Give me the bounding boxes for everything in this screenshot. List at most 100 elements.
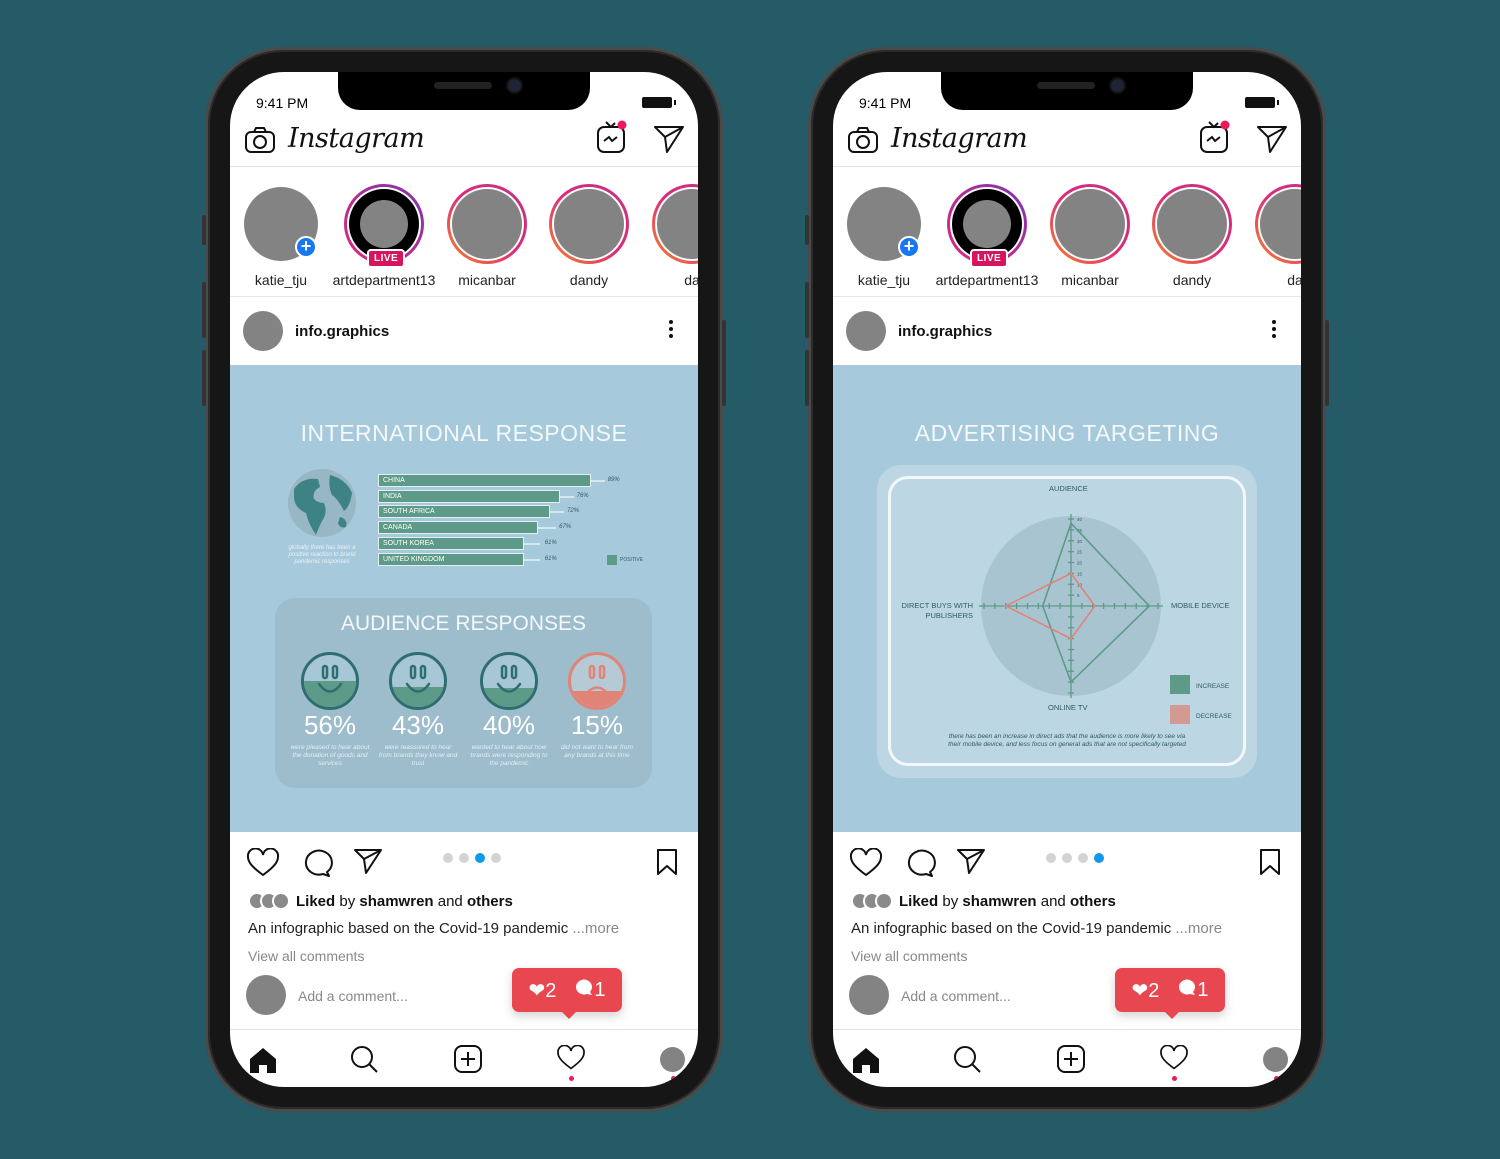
activity-notification-badge[interactable]: ❤2 1 xyxy=(1115,968,1225,1019)
bar-value-label: 89% xyxy=(607,477,620,483)
axis-label-direct-buys: DIRECT BUYS WITH PUBLISHERS xyxy=(901,601,973,620)
post-username[interactable]: info.graphics xyxy=(898,323,992,340)
response-percent: 56% xyxy=(303,710,357,740)
new-post-icon[interactable] xyxy=(1056,1044,1086,1074)
post-image-infographic[interactable]: INTERNATIONAL RESPONSE globally there ha… xyxy=(230,365,698,832)
new-post-icon[interactable] xyxy=(453,1044,483,1074)
story-username: da xyxy=(1287,272,1301,288)
response-percent: 40% xyxy=(482,710,536,740)
comment-icon[interactable] xyxy=(904,848,936,878)
carousel-dot[interactable] xyxy=(1094,853,1104,863)
battery-icon xyxy=(1245,97,1279,108)
heart-icon[interactable] xyxy=(849,848,883,878)
story-item[interactable]: micanbar xyxy=(432,184,542,288)
story-avatar xyxy=(963,200,1011,248)
story-avatar xyxy=(1157,189,1227,259)
radar-caption: there has been an increase in direct ads… xyxy=(948,733,1186,748)
comment-icon[interactable] xyxy=(301,848,333,878)
bar-label: CANADA xyxy=(383,524,413,532)
add-story-icon[interactable]: + xyxy=(295,236,317,258)
carousel-dot[interactable] xyxy=(1078,853,1088,863)
carousel-dot[interactable] xyxy=(1046,853,1056,863)
paper-plane-icon[interactable] xyxy=(653,124,685,154)
radar-tick-label: 25 xyxy=(1077,550,1083,555)
story-avatar xyxy=(657,189,698,259)
add-comment-input[interactable]: Add a comment... xyxy=(298,988,408,1004)
activity-heart-icon[interactable] xyxy=(1159,1045,1189,1071)
post-username[interactable]: info.graphics xyxy=(295,323,389,340)
sad-face-icon xyxy=(568,652,626,710)
camera-icon[interactable] xyxy=(244,126,276,154)
bar-value-label: 76% xyxy=(576,492,589,499)
liker-avatars xyxy=(851,892,893,910)
likes-summary[interactable]: Liked by shamwren and others xyxy=(851,892,1116,910)
bookmark-icon[interactable] xyxy=(656,848,678,876)
view-all-comments-link[interactable]: View all comments xyxy=(248,948,364,964)
heart-icon[interactable] xyxy=(246,848,280,878)
story-item[interactable]: + katie_tju xyxy=(833,184,939,288)
post-avatar[interactable] xyxy=(243,311,283,351)
story-username: da xyxy=(684,272,698,288)
igtv-icon[interactable] xyxy=(595,119,629,155)
bookmark-icon[interactable] xyxy=(1259,848,1281,876)
story-item[interactable]: da xyxy=(1240,184,1301,288)
more-link[interactable]: ...more xyxy=(1175,920,1222,937)
legend-swatch-positive xyxy=(607,555,617,565)
bottom-nav xyxy=(230,1029,698,1087)
post-avatar[interactable] xyxy=(846,311,886,351)
carousel-dot[interactable] xyxy=(459,853,469,863)
story-item[interactable]: micanbar xyxy=(1035,184,1145,288)
camera-icon[interactable] xyxy=(847,126,879,154)
bar-value-label: 67% xyxy=(559,524,572,531)
add-comment-input[interactable]: Add a comment... xyxy=(901,988,1011,1004)
comment-bubble-icon xyxy=(1179,979,1196,995)
profile-avatar[interactable] xyxy=(1263,1047,1288,1072)
search-icon[interactable] xyxy=(952,1044,982,1074)
stories-tray: + katie_tju LIVE artdepartment13 micanbar dan… xyxy=(833,168,1301,297)
status-time: 9:41 PM xyxy=(859,95,912,111)
stories-tray: + katie_tju LIVE artdepartment13 micanbar dan… xyxy=(230,168,698,297)
view-all-comments-link[interactable]: View all comments xyxy=(851,948,967,964)
likes-summary[interactable]: Liked by shamwren and others xyxy=(248,892,513,910)
response-percent: 43% xyxy=(391,710,445,740)
home-icon[interactable] xyxy=(851,1046,881,1074)
radar-chart: 510152025303540 xyxy=(979,514,1190,724)
story-item[interactable]: dandy xyxy=(534,184,644,288)
liked-user-link[interactable]: shamwren xyxy=(359,893,433,910)
search-icon[interactable] xyxy=(349,1044,379,1074)
app-header: Instagram xyxy=(833,117,1301,167)
app-logo: Instagram xyxy=(891,123,1028,154)
liked-user-link[interactable]: shamwren xyxy=(962,893,1036,910)
story-item[interactable]: da xyxy=(637,184,698,288)
infographic-title: INTERNATIONAL RESPONSE xyxy=(300,420,628,446)
activity-heart-icon[interactable] xyxy=(556,1045,586,1071)
post-caption: An infographic based on the Covid-19 pan… xyxy=(248,920,620,937)
story-item[interactable]: LIVE artdepartment13 xyxy=(329,184,439,288)
bar-leader-line xyxy=(590,480,605,482)
home-icon[interactable] xyxy=(248,1046,278,1074)
story-item[interactable]: dandy xyxy=(1137,184,1247,288)
carousel-dot[interactable] xyxy=(1062,853,1072,863)
share-icon[interactable] xyxy=(353,847,383,875)
carousel-dot[interactable] xyxy=(443,853,453,863)
carousel-dot[interactable] xyxy=(491,853,501,863)
battery-icon xyxy=(642,97,676,108)
front-camera xyxy=(508,79,521,92)
carousel-indicator xyxy=(1046,853,1104,863)
share-icon[interactable] xyxy=(956,847,986,875)
carousel-dot[interactable] xyxy=(475,853,485,863)
story-item[interactable]: + katie_tju xyxy=(230,184,336,288)
more-options-icon[interactable] xyxy=(1271,320,1277,340)
activity-notification-badge[interactable]: ❤2 1 xyxy=(512,968,622,1019)
add-story-icon[interactable]: + xyxy=(898,236,920,258)
more-link[interactable]: ...more xyxy=(572,920,619,937)
paper-plane-icon[interactable] xyxy=(1256,124,1288,154)
audience-title: AUDIENCE RESPONSES xyxy=(340,612,587,635)
igtv-icon[interactable] xyxy=(1198,119,1232,155)
front-camera xyxy=(1111,79,1124,92)
profile-avatar[interactable] xyxy=(660,1047,685,1072)
post-image-infographic[interactable]: ADVERTISING TARGETING 5 10 15 20 25 30 35 40 AU… xyxy=(833,365,1301,832)
more-options-icon[interactable] xyxy=(668,320,674,340)
radar-tick-label: 20 xyxy=(1077,561,1083,566)
story-item[interactable]: LIVE artdepartment13 xyxy=(932,184,1042,288)
